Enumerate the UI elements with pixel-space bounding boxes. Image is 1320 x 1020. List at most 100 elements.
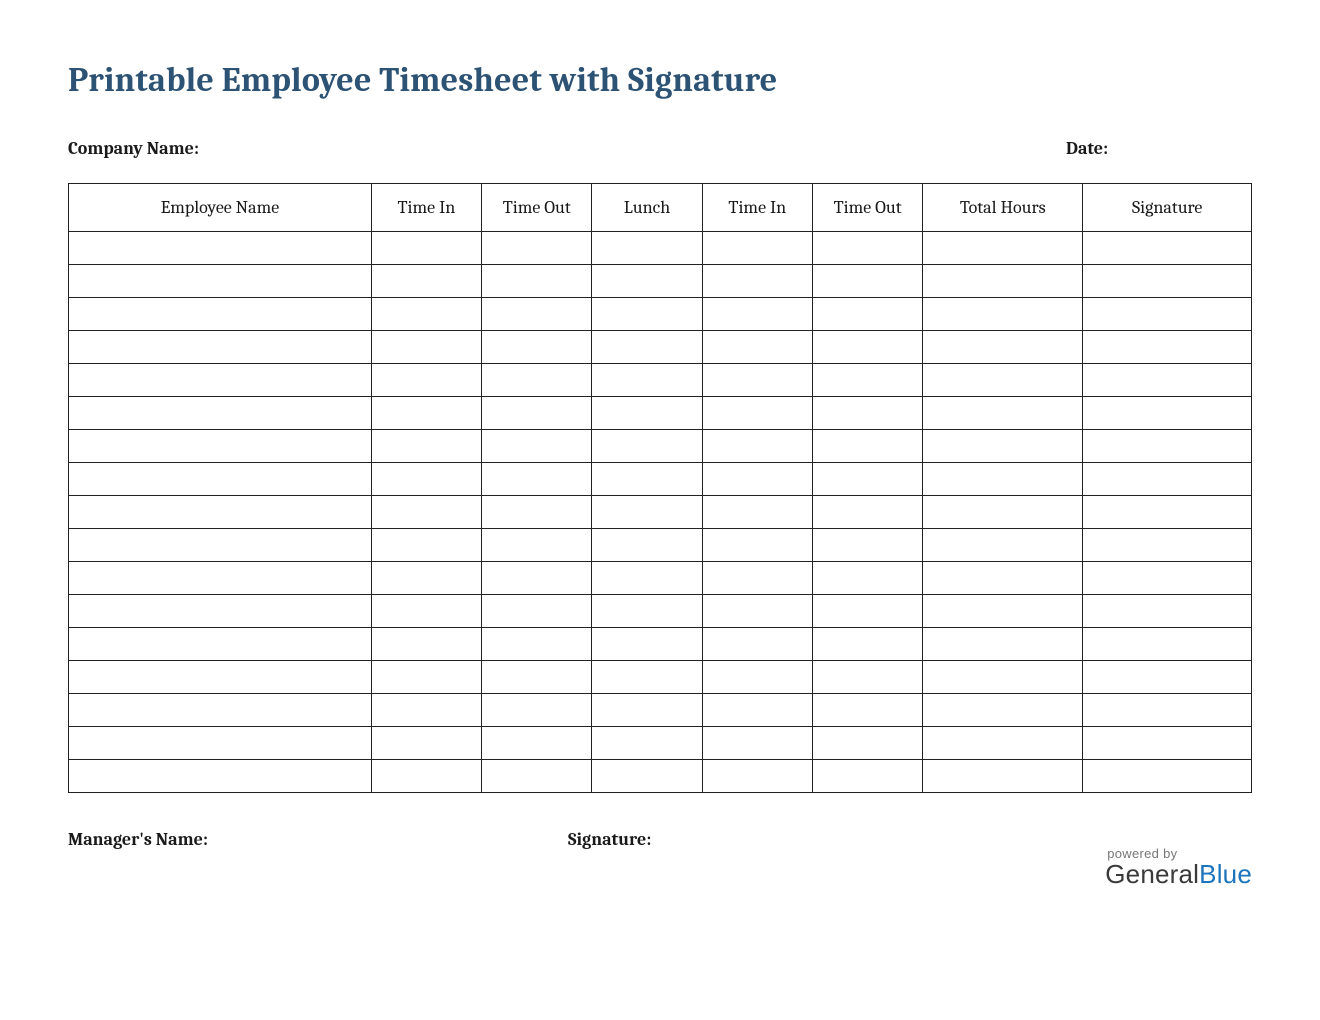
table-cell[interactable]	[923, 232, 1083, 265]
table-cell[interactable]	[812, 463, 922, 496]
table-cell[interactable]	[592, 364, 702, 397]
table-cell[interactable]	[1083, 232, 1252, 265]
table-cell[interactable]	[482, 661, 592, 694]
table-cell[interactable]	[371, 628, 481, 661]
table-cell[interactable]	[923, 364, 1083, 397]
table-cell[interactable]	[1083, 562, 1252, 595]
table-cell[interactable]	[371, 661, 481, 694]
table-cell[interactable]	[923, 562, 1083, 595]
table-cell[interactable]	[592, 232, 702, 265]
table-cell[interactable]	[1083, 595, 1252, 628]
table-cell[interactable]	[812, 628, 922, 661]
table-cell[interactable]	[1083, 628, 1252, 661]
table-cell[interactable]	[482, 397, 592, 430]
table-cell[interactable]	[923, 694, 1083, 727]
table-cell[interactable]	[702, 661, 812, 694]
table-cell[interactable]	[812, 331, 922, 364]
table-cell[interactable]	[482, 760, 592, 793]
table-cell[interactable]	[69, 496, 372, 529]
table-cell[interactable]	[592, 430, 702, 463]
table-cell[interactable]	[69, 232, 372, 265]
table-cell[interactable]	[812, 232, 922, 265]
table-cell[interactable]	[69, 727, 372, 760]
table-cell[interactable]	[69, 595, 372, 628]
table-cell[interactable]	[812, 265, 922, 298]
table-cell[interactable]	[592, 529, 702, 562]
table-cell[interactable]	[702, 397, 812, 430]
table-cell[interactable]	[482, 727, 592, 760]
table-cell[interactable]	[702, 430, 812, 463]
table-cell[interactable]	[702, 529, 812, 562]
table-cell[interactable]	[702, 694, 812, 727]
table-cell[interactable]	[371, 529, 481, 562]
table-cell[interactable]	[592, 562, 702, 595]
table-cell[interactable]	[482, 265, 592, 298]
table-cell[interactable]	[923, 727, 1083, 760]
table-cell[interactable]	[371, 760, 481, 793]
table-cell[interactable]	[702, 760, 812, 793]
table-cell[interactable]	[371, 562, 481, 595]
table-cell[interactable]	[69, 331, 372, 364]
table-cell[interactable]	[371, 331, 481, 364]
table-cell[interactable]	[1083, 265, 1252, 298]
table-cell[interactable]	[482, 694, 592, 727]
table-cell[interactable]	[592, 265, 702, 298]
table-cell[interactable]	[1083, 430, 1252, 463]
table-cell[interactable]	[592, 694, 702, 727]
table-cell[interactable]	[371, 463, 481, 496]
table-cell[interactable]	[812, 364, 922, 397]
table-cell[interactable]	[812, 430, 922, 463]
table-cell[interactable]	[371, 430, 481, 463]
table-cell[interactable]	[592, 331, 702, 364]
table-cell[interactable]	[1083, 661, 1252, 694]
table-cell[interactable]	[592, 628, 702, 661]
table-cell[interactable]	[371, 397, 481, 430]
table-cell[interactable]	[923, 529, 1083, 562]
table-cell[interactable]	[923, 430, 1083, 463]
table-cell[interactable]	[702, 232, 812, 265]
table-cell[interactable]	[1083, 694, 1252, 727]
table-cell[interactable]	[69, 430, 372, 463]
table-cell[interactable]	[592, 661, 702, 694]
table-cell[interactable]	[69, 397, 372, 430]
table-cell[interactable]	[923, 661, 1083, 694]
table-cell[interactable]	[812, 298, 922, 331]
table-cell[interactable]	[69, 562, 372, 595]
table-cell[interactable]	[592, 760, 702, 793]
table-cell[interactable]	[812, 562, 922, 595]
table-cell[interactable]	[371, 298, 481, 331]
table-cell[interactable]	[923, 397, 1083, 430]
table-cell[interactable]	[371, 265, 481, 298]
table-cell[interactable]	[371, 496, 481, 529]
table-cell[interactable]	[482, 595, 592, 628]
table-cell[interactable]	[371, 595, 481, 628]
table-cell[interactable]	[812, 727, 922, 760]
table-cell[interactable]	[1083, 397, 1252, 430]
table-cell[interactable]	[371, 232, 481, 265]
table-cell[interactable]	[812, 397, 922, 430]
table-cell[interactable]	[1083, 529, 1252, 562]
table-cell[interactable]	[482, 232, 592, 265]
table-cell[interactable]	[69, 661, 372, 694]
table-cell[interactable]	[482, 496, 592, 529]
table-cell[interactable]	[482, 298, 592, 331]
table-cell[interactable]	[702, 595, 812, 628]
table-cell[interactable]	[923, 298, 1083, 331]
table-cell[interactable]	[923, 496, 1083, 529]
table-cell[interactable]	[69, 694, 372, 727]
table-cell[interactable]	[702, 364, 812, 397]
table-cell[interactable]	[592, 463, 702, 496]
table-cell[interactable]	[702, 463, 812, 496]
table-cell[interactable]	[812, 595, 922, 628]
table-cell[interactable]	[482, 529, 592, 562]
table-cell[interactable]	[1083, 760, 1252, 793]
table-cell[interactable]	[1083, 331, 1252, 364]
table-cell[interactable]	[702, 331, 812, 364]
table-cell[interactable]	[923, 331, 1083, 364]
table-cell[interactable]	[592, 496, 702, 529]
table-cell[interactable]	[812, 661, 922, 694]
table-cell[interactable]	[1083, 364, 1252, 397]
table-cell[interactable]	[592, 727, 702, 760]
table-cell[interactable]	[702, 265, 812, 298]
table-cell[interactable]	[69, 529, 372, 562]
